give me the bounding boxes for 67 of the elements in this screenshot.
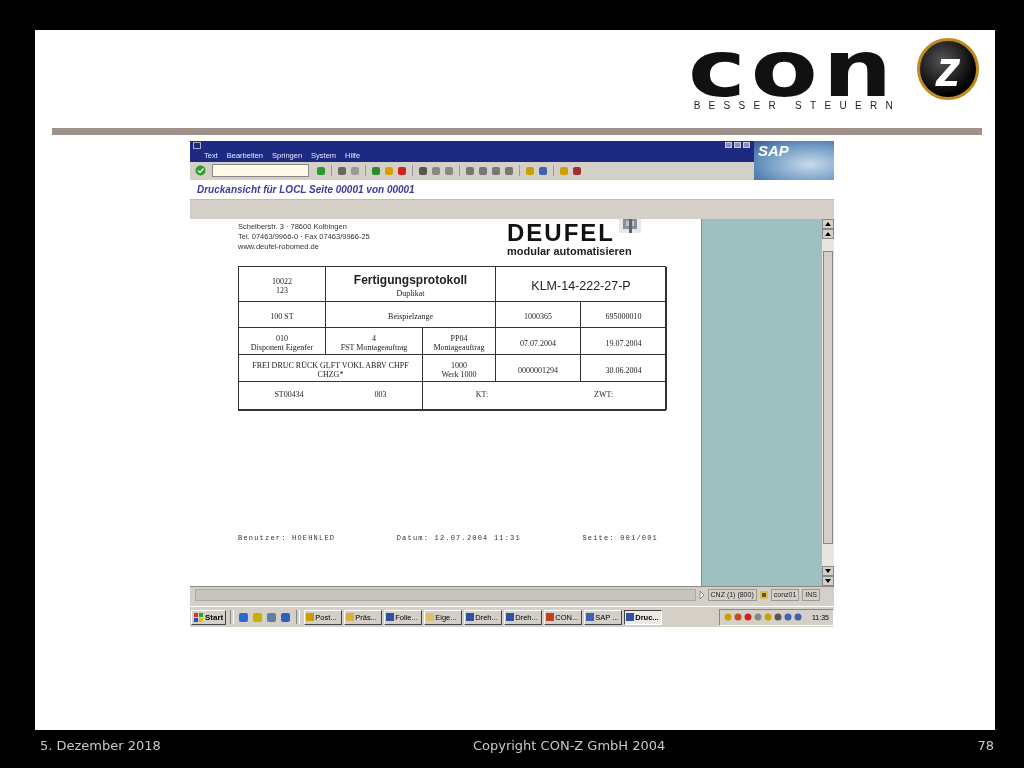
toolbar-icon[interactable]: [316, 165, 326, 176]
logo-emblem: z: [917, 38, 979, 100]
quick-launch-icon[interactable]: [266, 611, 278, 623]
toolbar-icon[interactable]: [371, 165, 381, 176]
form-value: 100 ST: [270, 312, 294, 322]
quick-launch-icon[interactable]: [238, 611, 250, 623]
app-icon: [506, 613, 515, 622]
toolbar-icon[interactable]: [444, 165, 454, 176]
toolbar-icon[interactable]: [491, 165, 501, 176]
system-list-icon[interactable]: [759, 591, 768, 600]
form-value: FST Montageauftrag: [340, 343, 408, 353]
start-button[interactable]: Start: [191, 609, 227, 625]
material-number: KLM-14-222-27-P: [531, 282, 631, 291]
form-value: 07.07.2004: [520, 339, 556, 348]
app-icon: [386, 613, 395, 622]
toolbar-icon[interactable]: [572, 165, 582, 176]
form-value: Disponent Eigenfer: [250, 343, 314, 353]
toolbar-icon[interactable]: [418, 165, 428, 176]
form-value: KT:: [475, 390, 489, 400]
sap-logo: SAP: [754, 141, 834, 180]
form-value: PP04: [450, 334, 468, 344]
form-value: 003: [374, 390, 387, 400]
slide-copyright: Copyright CON-Z GmbH 2004: [472, 738, 666, 753]
form-value: 10022: [272, 277, 292, 287]
form-value: 0000001294: [518, 366, 558, 375]
form-value: 1000: [451, 361, 467, 371]
app-icon: [586, 613, 595, 622]
app-icon: [466, 613, 475, 622]
form-value: 19.07.2004: [605, 339, 642, 348]
form-value: 010: [276, 334, 288, 344]
form-value: 30.06.2004: [605, 366, 642, 375]
form-value: ZWT:: [594, 390, 614, 400]
form-value: Beispielzange: [388, 312, 433, 322]
form-subtitle: Duplikat: [396, 289, 425, 299]
toolbar-icon[interactable]: [397, 165, 407, 176]
enter-icon[interactable]: [195, 165, 206, 177]
form-value: 1000365: [524, 312, 552, 322]
app-icon: [426, 613, 435, 622]
slide-number: 78: [977, 738, 994, 753]
app-icon: [626, 613, 635, 622]
toolbar-icon[interactable]: [465, 165, 475, 176]
form-value: Werk 1000: [441, 370, 477, 380]
toolbar-icon[interactable]: [478, 165, 488, 176]
company-slogan: modular automatisieren: [507, 245, 632, 258]
form-value: 4: [372, 334, 376, 344]
window-icon[interactable]: [193, 141, 201, 149]
windows-flag-icon: [194, 612, 204, 622]
toolbar-icon[interactable]: [337, 165, 347, 176]
vertical-scrollbar[interactable]: [822, 219, 834, 587]
form-value: ST00434: [274, 390, 304, 400]
quick-launch-icon[interactable]: [280, 611, 292, 623]
slide-date: 5. Dezember 2018: [40, 738, 161, 753]
logo-tagline: BESSER STEUERN: [693, 100, 901, 111]
app-icon: [306, 613, 315, 622]
toolbar-icon[interactable]: [538, 165, 548, 176]
app-icon: [546, 613, 555, 622]
app-icon: [346, 613, 355, 622]
form-value: 123: [276, 286, 288, 296]
toolbar-icon[interactable]: [431, 165, 441, 176]
company-logo: DEUFEL: [507, 221, 615, 246]
form-value: Montageauftrag: [433, 343, 485, 353]
expand-arrow-icon[interactable]: [698, 591, 705, 600]
form-title: Fertigungsprotokoll: [353, 274, 468, 288]
form-value: FREI DRUC RÜCK GLFT VOKL ABRV CHPF CHZG*: [251, 361, 410, 380]
command-field[interactable]: [212, 164, 309, 178]
toolbar-icon[interactable]: [504, 165, 514, 176]
form-value: 695000010: [605, 312, 642, 322]
